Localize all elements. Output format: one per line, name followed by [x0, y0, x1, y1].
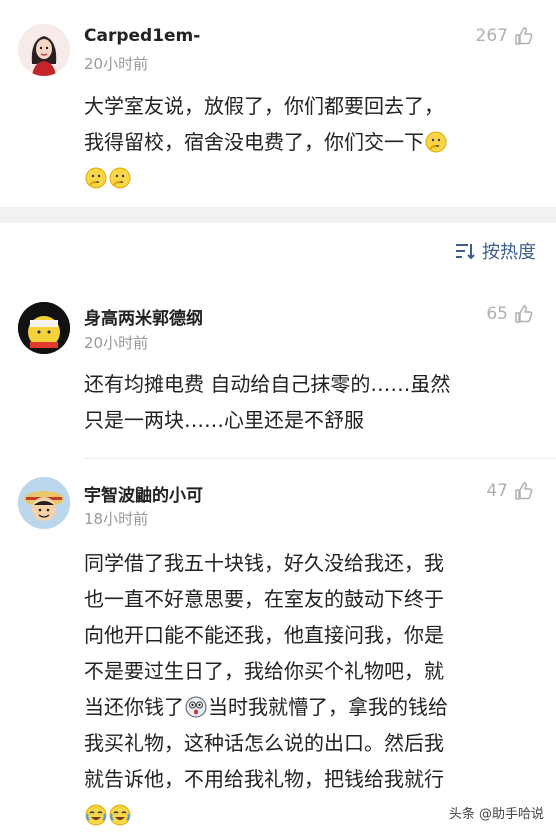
- like-button[interactable]: 267: [476, 26, 534, 46]
- like-count: 267: [475, 26, 508, 46]
- username[interactable]: 身高两米郭德纲: [84, 304, 203, 329]
- comment-text: 同学借了我五十块钱，好久没给我还，我 也一直不好意思要，在室友的鼓动下终于 向他…: [84, 545, 534, 833]
- comment-text: 还有均摊电费 自动给自己抹零的……虽然 只是一两块……心里还是不舒服: [84, 366, 534, 438]
- avatar[interactable]: [18, 24, 70, 76]
- thinking-emoji-icon: [425, 131, 447, 153]
- comment-line: 当还你钱了: [84, 695, 184, 719]
- comment-1: Carped1em- 20小时前 267 大学室友说，放假了，你们都要回去了， …: [0, 0, 556, 207]
- watermark: 头条 @助手哈说: [448, 807, 544, 822]
- comment-text: 大学室友说，放假了，你们都要回去了， 我得留校，宿舍没电费了，你们交一下: [84, 88, 534, 196]
- sort-label: 按热度: [482, 242, 536, 263]
- crying-laughing-emoji-icon: [85, 804, 107, 826]
- comment-line: 也一直不好意思要，在室友的鼓动下终于: [84, 587, 444, 611]
- comment-line: 我得留校，宿舍没电费了，你们交一下: [84, 130, 424, 154]
- username[interactable]: 宇智波鼬的小可: [84, 481, 203, 506]
- avatar[interactable]: [18, 477, 70, 529]
- thumb-up-icon: [515, 305, 533, 323]
- thumb-up-icon: [515, 482, 533, 500]
- thinking-emoji-icon: [85, 167, 107, 189]
- sort-by-hot-button[interactable]: 按热度: [454, 238, 536, 264]
- comment-separator: [84, 458, 556, 459]
- sort-icon: [456, 244, 475, 260]
- crying-laughing-emoji-icon: [109, 804, 131, 826]
- section-divider: [0, 207, 556, 223]
- like-button[interactable]: 47: [486, 481, 534, 501]
- avatar[interactable]: [18, 302, 70, 354]
- thinking-emoji-icon: [109, 167, 131, 189]
- comment-line: 不是要过生日了，我给你买个礼物吧，就: [84, 659, 444, 683]
- like-button[interactable]: 65: [486, 304, 534, 324]
- comment-line: 向他开口能不能还我，他直接问我，你是: [84, 623, 444, 647]
- like-count: 65: [486, 304, 508, 324]
- comment-line: 就告诉他，不用给我礼物，把钱给我就行: [84, 767, 444, 791]
- comment-line: 当时我就懵了，拿我的钱给: [208, 695, 448, 719]
- like-count: 47: [486, 481, 508, 501]
- thumb-up-icon: [515, 27, 533, 45]
- username[interactable]: Carped1em-: [84, 26, 200, 46]
- comment-line: 大学室友说，放假了，你们都要回去了，: [84, 94, 444, 118]
- comment-line: 还有均摊电费 自动给自己抹零的……虽然: [84, 372, 451, 396]
- comment-line: 我买礼物，这种话怎么说的出口。然后我: [84, 731, 444, 755]
- timestamp: 20小时前: [84, 334, 149, 352]
- timestamp: 18小时前: [84, 510, 149, 528]
- shocked-emoji-icon: [185, 696, 207, 718]
- timestamp: 20小时前: [84, 55, 149, 73]
- comment-line: 同学借了我五十块钱，好久没给我还，我: [84, 551, 444, 575]
- comment-line: 只是一两块……心里还是不舒服: [84, 408, 364, 432]
